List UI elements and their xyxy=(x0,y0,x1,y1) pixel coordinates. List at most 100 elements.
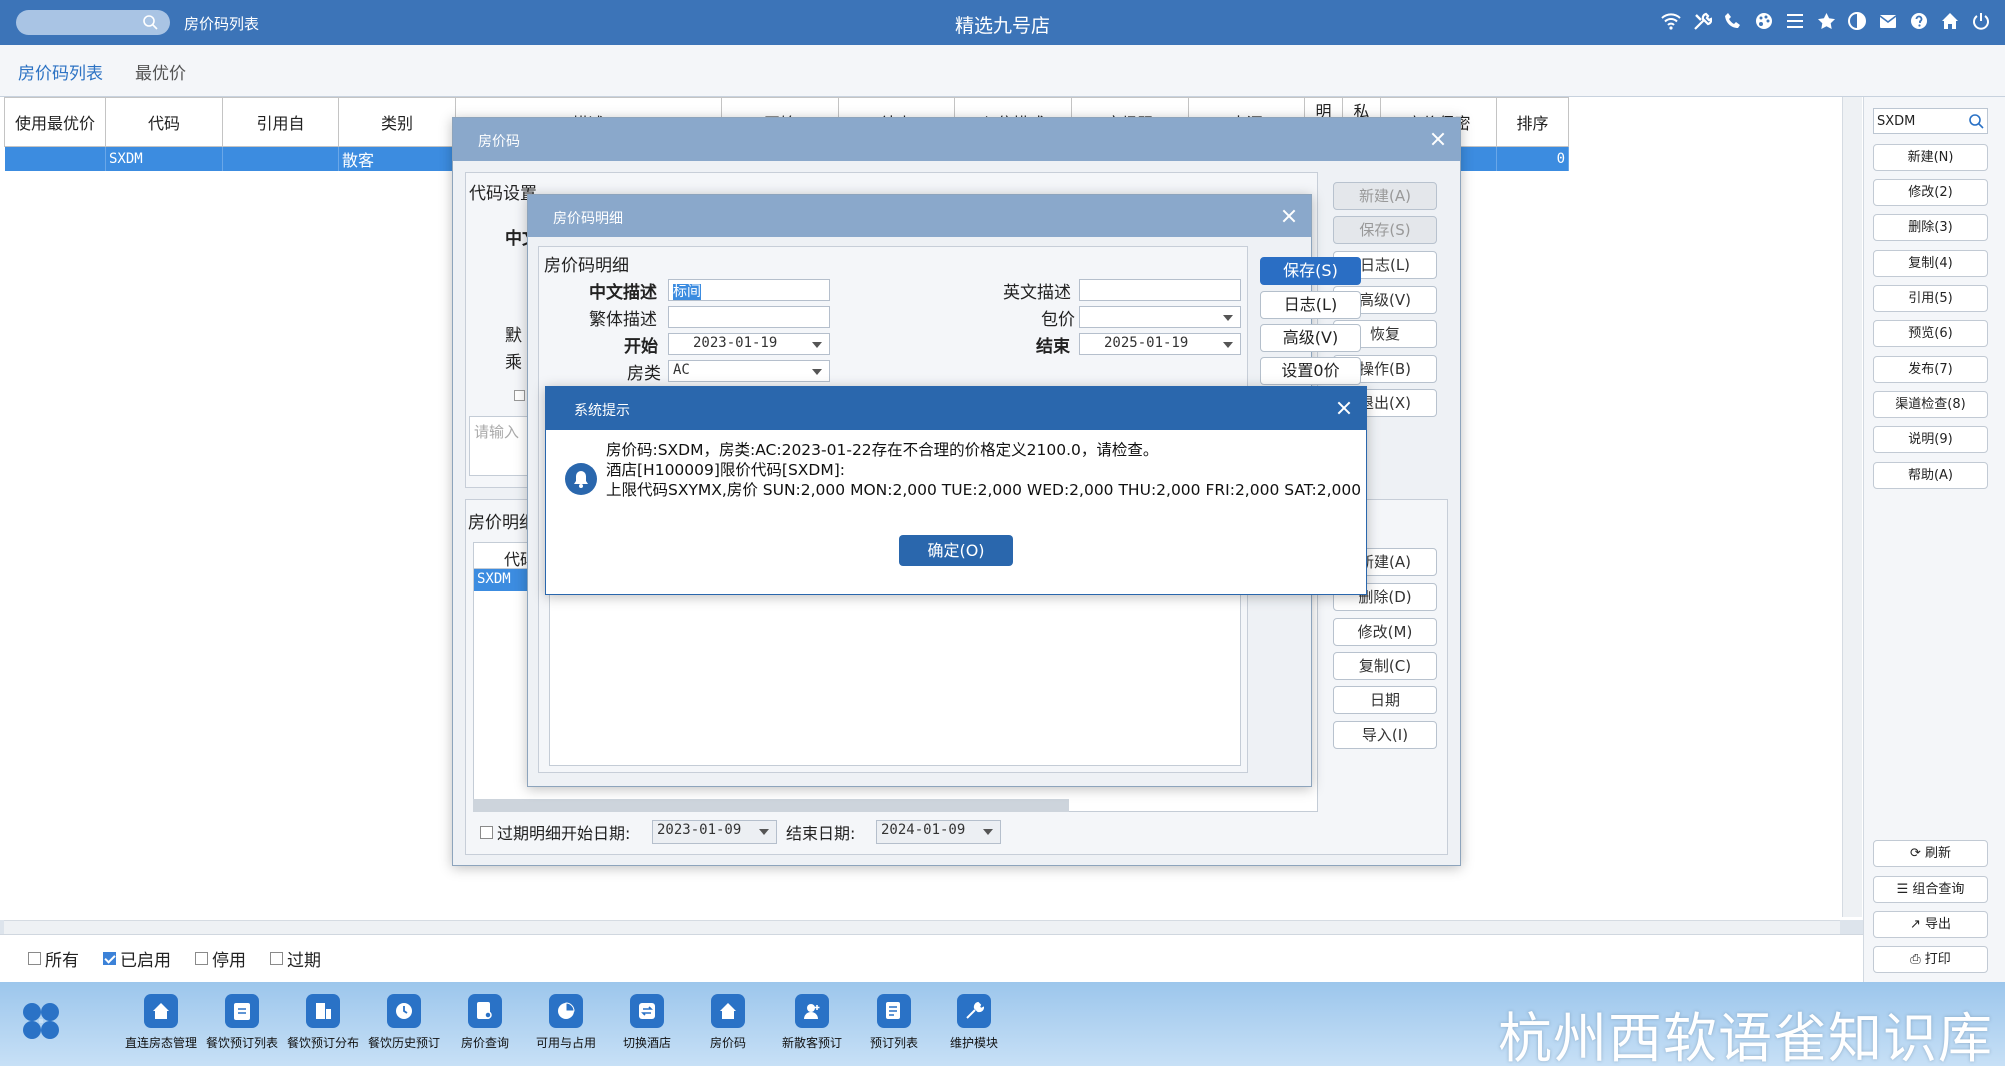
column-header[interactable]: 类别 xyxy=(338,97,456,147)
tw-desc-input[interactable] xyxy=(668,306,830,328)
checkbox[interactable] xyxy=(28,952,41,965)
column-header[interactable]: 代码 xyxy=(105,97,223,147)
en-desc-input[interactable] xyxy=(1079,279,1241,301)
copy-button[interactable]: 复制(4) xyxy=(1873,250,1988,277)
vertical-scrollbar[interactable] xyxy=(1842,97,1862,917)
chevron-down-icon[interactable] xyxy=(983,829,993,835)
phone-icon[interactable] xyxy=(1723,11,1743,31)
checkbox[interactable] xyxy=(103,952,116,965)
room-type-select[interactable]: AC xyxy=(668,360,830,382)
tools-icon[interactable] xyxy=(1692,11,1712,31)
power-icon[interactable] xyxy=(1971,11,1991,31)
publish-button[interactable]: 发布(7) xyxy=(1873,356,1988,383)
group-title: 房价明细 xyxy=(468,513,536,533)
taskbar-dining-booking-distribution[interactable]: 餐饮预订分布 xyxy=(281,990,365,1051)
help-icon[interactable] xyxy=(1909,11,1929,31)
checkbox[interactable] xyxy=(480,825,493,839)
app-logo-icon[interactable] xyxy=(20,1000,62,1042)
set-zero-price-button[interactable]: 设置0价 xyxy=(1260,357,1361,385)
detail-modify-button[interactable]: 修改(M) xyxy=(1333,618,1437,646)
menu-icon[interactable] xyxy=(1785,11,1805,31)
detail-copy-button[interactable]: 复制(C) xyxy=(1333,652,1437,680)
column-header[interactable]: 排序 xyxy=(1496,97,1569,147)
filter-disabled[interactable]: 停用 xyxy=(195,946,246,971)
start-date-field[interactable]: 2023-01-09 xyxy=(652,820,777,844)
refresh-button[interactable]: ⟳ 刷新 xyxy=(1873,840,1988,867)
ok-button[interactable]: 确定(O) xyxy=(899,535,1013,566)
taskbar-availability[interactable]: 可用与占用 xyxy=(524,990,608,1051)
home-icon xyxy=(144,994,178,1028)
expired-detail-checkbox[interactable]: 过期明细 xyxy=(480,820,561,844)
filter-enabled[interactable]: 已启用 xyxy=(103,946,171,971)
column-header[interactable]: 使用最优价 xyxy=(4,97,106,147)
log-button[interactable]: 日志(L) xyxy=(1260,291,1361,319)
date-value: 2025-01-19 xyxy=(1104,335,1189,351)
chevron-down-icon[interactable] xyxy=(759,829,769,835)
checkbox[interactable] xyxy=(514,390,525,401)
close-icon[interactable] xyxy=(1336,400,1352,416)
checkbox[interactable] xyxy=(195,952,208,965)
close-icon[interactable] xyxy=(1430,131,1446,147)
channel-check-button[interactable]: 渠道检查(8) xyxy=(1873,391,1988,418)
taskbar-rate-query[interactable]: 房价查询 xyxy=(443,990,527,1051)
package-select[interactable] xyxy=(1079,306,1241,328)
start-date-select[interactable]: 2023-01-19 xyxy=(668,333,830,355)
new-button[interactable]: 新建(A) xyxy=(1333,182,1437,210)
modify-button[interactable]: 修改(2) xyxy=(1873,179,1988,206)
start-label: 开始 xyxy=(624,337,658,357)
save-button[interactable]: 保存(S) xyxy=(1260,257,1361,285)
taskbar-switch-hotel[interactable]: 切换酒店 xyxy=(605,990,689,1051)
reference-button[interactable]: 引用(5) xyxy=(1873,285,1988,312)
mail-icon[interactable] xyxy=(1878,11,1898,31)
chevron-down-icon[interactable] xyxy=(1223,315,1233,321)
filter-all[interactable]: 所有 xyxy=(28,946,79,971)
advanced-button[interactable]: 高级(V) xyxy=(1260,324,1361,352)
chevron-down-icon[interactable] xyxy=(812,342,822,348)
tw-desc-label: 繁体描述 xyxy=(589,310,657,330)
taskbar-dining-history[interactable]: 餐饮历史预订 xyxy=(362,990,446,1051)
taskbar-direct-room-status[interactable]: 直连房态管理 xyxy=(119,990,203,1051)
tab-rate-code-list[interactable]: 房价码列表 xyxy=(0,59,121,100)
taskbar-dining-booking-list[interactable]: 餐饮预订列表 xyxy=(200,990,284,1051)
code-search-input[interactable]: SXDM xyxy=(1873,108,1988,134)
group-title: 房价码明细 xyxy=(544,256,629,276)
horizontal-scrollbar[interactable] xyxy=(4,920,1840,934)
search-icon[interactable] xyxy=(1968,113,1984,129)
help-button[interactable]: 帮助(A) xyxy=(1873,462,1988,489)
detail-import-button[interactable]: 导入(I) xyxy=(1333,721,1437,749)
end-date-field[interactable]: 2024-01-09 xyxy=(876,820,1001,844)
checkbox[interactable] xyxy=(270,952,283,965)
cn-desc-input[interactable]: 标间 xyxy=(668,279,830,301)
taskbar-rate-code[interactable]: 房价码 xyxy=(686,990,770,1051)
palette-icon[interactable] xyxy=(1754,11,1774,31)
home-icon[interactable] xyxy=(1940,11,1960,31)
detail-date-button[interactable]: 日期 xyxy=(1333,686,1437,714)
new-button[interactable]: 新建(N) xyxy=(1873,144,1988,171)
clipboard-icon xyxy=(225,994,259,1028)
close-icon[interactable] xyxy=(1281,208,1297,224)
explain-button[interactable]: 说明(9) xyxy=(1873,426,1988,453)
chevron-down-icon[interactable] xyxy=(812,369,822,375)
theme-icon[interactable] xyxy=(1847,11,1867,31)
clock-icon xyxy=(387,994,421,1028)
star-icon[interactable] xyxy=(1816,11,1836,31)
tab-best-price[interactable]: 最优价 xyxy=(135,59,186,84)
end-date-select[interactable]: 2025-01-19 xyxy=(1079,333,1241,355)
export-button[interactable]: ↗ 导出 xyxy=(1873,911,1988,938)
taskbar-booking-list[interactable]: 预订列表 xyxy=(852,990,936,1051)
taskbar-new-walkin-booking[interactable]: 新散客预订 xyxy=(770,990,854,1051)
combined-query-button[interactable]: ☰ 组合查询 xyxy=(1873,876,1988,903)
alert-line: 酒店[H100009]限价代码[SXDM]: xyxy=(606,461,846,479)
save-button[interactable]: 保存(S) xyxy=(1333,216,1437,244)
delete-button[interactable]: 删除(3) xyxy=(1873,214,1988,241)
taskbar-maintenance[interactable]: 维护模块 xyxy=(932,990,1016,1051)
filter-expired[interactable]: 过期 xyxy=(270,946,321,971)
column-header[interactable]: 引用自 xyxy=(222,97,339,147)
horizontal-scrollbar[interactable] xyxy=(473,799,1069,812)
print-button[interactable]: ⎙ 打印 xyxy=(1873,946,1988,973)
preview-button[interactable]: 预览(6) xyxy=(1873,320,1988,347)
taskbar-label: 新散客预订 xyxy=(781,1036,842,1050)
wifi-icon[interactable] xyxy=(1661,11,1681,31)
export-label: 导出 xyxy=(1925,917,1952,932)
chevron-down-icon[interactable] xyxy=(1223,342,1233,348)
